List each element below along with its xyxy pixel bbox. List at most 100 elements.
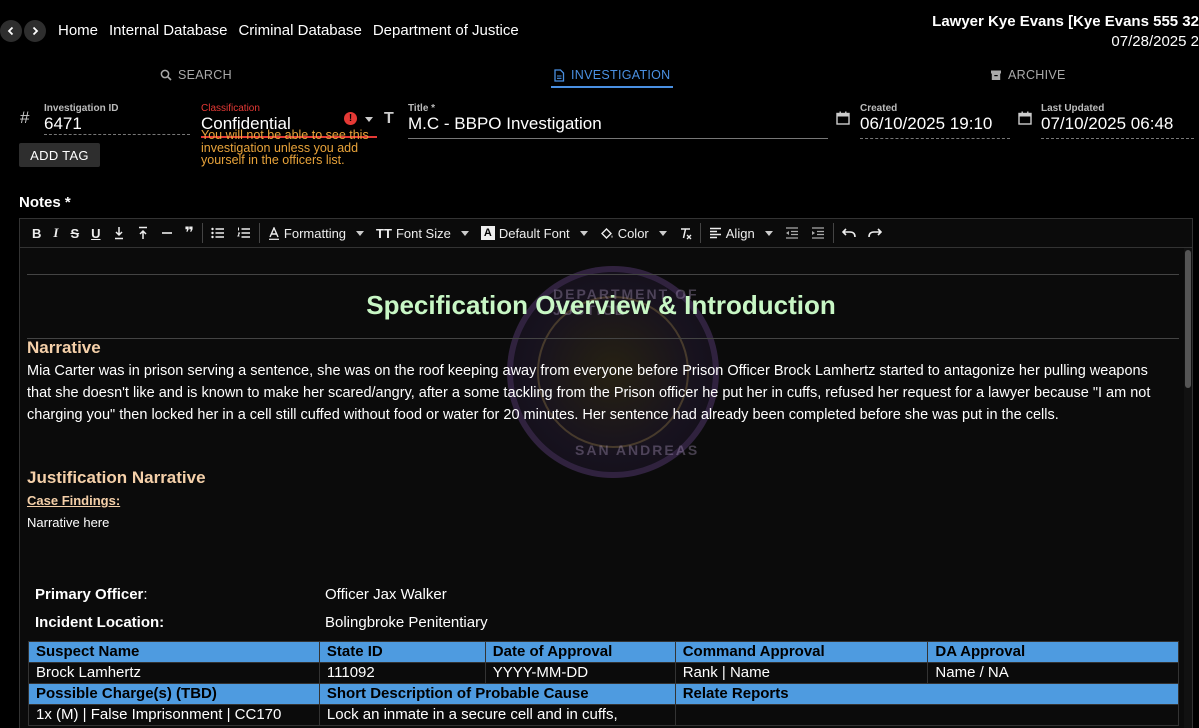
nav-link-department-of-justice[interactable]: Department of Justice [373,22,519,39]
calendar-icon [1018,111,1032,125]
table-cell[interactable]: Rank | Name [674,662,929,684]
chevron-down-icon [365,117,373,122]
indent-button[interactable] [805,219,831,248]
align-dropdown[interactable]: Align [703,219,779,248]
narrative-heading: Narrative [27,338,101,357]
tab-archive[interactable]: ARCHIVE [990,68,1066,82]
title-value: M.C - BBPO Investigation [408,114,602,133]
font-size-dropdown[interactable]: TT Font Size [370,219,475,248]
notes-editor[interactable]: B I S U ❞ Formatting TT Font Size A Defa… [19,218,1193,728]
user-name[interactable]: Lawyer Kye Evans [Kye Evans 555 32 [932,12,1199,32]
text-style-icon [268,226,279,240]
indent-icon [811,227,824,239]
formatting-dropdown[interactable]: Formatting [262,219,370,248]
nav-link-criminal-database[interactable]: Criminal Database [238,22,361,39]
quote-icon: ❞ [184,225,194,242]
divider [27,274,1179,275]
table-cell[interactable]: Lock an inmate in a secure cell and in c… [318,704,676,726]
title-label: Title * [408,103,436,114]
table-cell[interactable]: 1x (M) | False Imprisonment | CC170 [28,704,320,726]
primary-officer-label: Primary Officer: [35,586,148,603]
bullet-list-button[interactable] [205,219,231,248]
color-dropdown[interactable]: Color [594,219,673,248]
top-bar: Home Internal Database Criminal Database… [0,0,1199,62]
table-cell[interactable]: YYYY-MM-DD [484,662,676,684]
italic-icon: I [53,225,59,240]
tab-archive-label: ARCHIVE [1008,68,1066,82]
clear-format-icon [680,227,692,239]
bold-icon: B [32,225,42,241]
forward-button[interactable] [24,20,46,42]
outdent-button[interactable] [779,219,805,248]
undo-icon [841,228,856,238]
subscript-button[interactable] [107,219,131,248]
font-size-label: Font Size [395,225,451,241]
table-row: 1x (M) | False Imprisonment | CC170 Lock… [28,704,1180,726]
table-cell[interactable] [674,704,1180,726]
tab-search-label: SEARCH [178,68,232,82]
alert-icon: ! [344,112,357,125]
updated-value: 07/10/2025 06:48 [1041,114,1174,133]
table-cell[interactable]: Name / NA [927,662,1179,684]
redo-button[interactable] [862,219,888,248]
bullet-list-icon [211,227,224,239]
back-button[interactable] [0,20,22,42]
chevron-down-icon [764,230,773,236]
clear-formatting-button[interactable] [673,219,698,248]
primary-officer-value: Officer Jax Walker [325,586,447,603]
blockquote-button[interactable]: ❞ [179,219,200,248]
calendar-icon [836,111,850,125]
case-findings-label: Case Findings: [27,493,121,508]
add-tag-button[interactable]: ADD TAG [19,143,100,167]
nav-link-internal-database[interactable]: Internal Database [109,22,227,39]
toolbar-divider [699,223,701,243]
numbered-list-icon [237,227,250,238]
investigation-id-value: 6471 [44,114,82,133]
superscript-icon [138,226,147,239]
tab-investigation-label: INVESTIGATION [571,68,671,82]
strikethrough-button[interactable]: S [64,219,85,248]
editor-content[interactable]: DEPARTMENT OF JUSTICE SAN ANDREAS Specif… [20,248,1182,728]
table-header-cell: State ID [318,641,486,663]
chevron-down-icon [658,230,667,236]
strikethrough-icon: S [70,225,80,241]
narrative-text: Mia Carter was in prison serving a sente… [27,363,1151,423]
scrollbar-thumb[interactable] [1185,250,1191,388]
tab-search[interactable]: SEARCH [160,68,232,82]
font-family-label: Default Font [498,225,570,241]
numbered-list-button[interactable] [231,219,257,248]
underline-button[interactable]: U [85,219,106,248]
chevron-left-icon [7,26,14,36]
nav-link-home[interactable]: Home [58,22,98,39]
incident-location-label: Incident Location: [35,614,165,631]
undo-button[interactable] [836,219,862,248]
notes-label: Notes * [19,194,71,211]
hash-icon: # [20,108,30,127]
tab-investigation[interactable]: INVESTIGATION [551,68,673,88]
document-title: Specification Overview & Introduction [366,290,836,320]
updated-label: Last Updated [1041,103,1105,114]
text-icon: T [384,110,394,127]
incident-location-value: Bolingbroke Penitentiary [325,614,488,631]
font-family-dropdown[interactable]: A Default Font [475,219,594,248]
chevron-down-icon [356,230,365,236]
toolbar-divider [201,223,203,243]
align-label: Align [725,225,755,241]
superscript-button[interactable] [131,219,155,248]
table-cell[interactable]: 111092 [318,662,486,684]
table-header-cell: Possible Charge(s) (TBD) [28,683,320,705]
table-cell[interactable]: Brock Lamhertz [28,662,320,684]
underline-icon: U [91,225,101,241]
italic-button[interactable]: I [47,219,64,248]
horizontal-rule-button[interactable] [155,219,179,248]
chevron-down-icon [579,230,588,236]
table-header-cell: Suspect Name [28,641,320,663]
redo-icon [867,228,882,238]
divider [27,338,1179,339]
bold-button[interactable]: B [26,219,47,248]
align-left-icon [709,227,721,239]
archive-icon [991,70,1001,80]
font-size-icon: TT [376,225,392,241]
editor-scrollbar[interactable] [1184,248,1192,728]
table-header-cell: Short Description of Probable Cause [318,683,676,705]
